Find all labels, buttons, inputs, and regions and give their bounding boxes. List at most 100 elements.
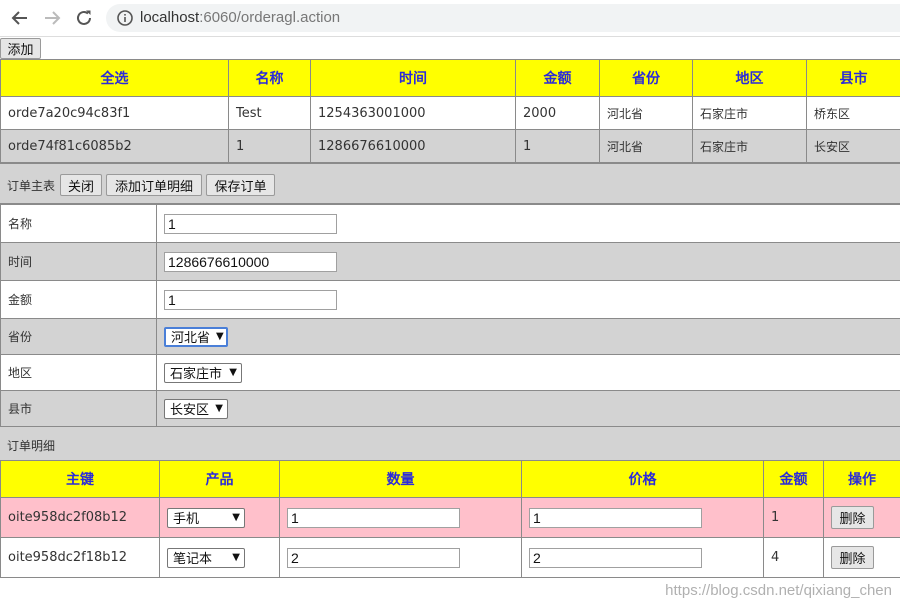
county-field-cell: 长安区 ▼ <box>156 390 900 427</box>
dropdown-arrow-icon: ▼ <box>232 512 240 523</box>
master-title: 订单主表 <box>7 179 56 193</box>
column-header-name: 名称 <box>228 59 311 97</box>
save-order-button[interactable]: 保存订单 <box>206 174 275 196</box>
amount-input[interactable] <box>164 289 337 310</box>
detail-amount-cell: 4 <box>763 537 824 578</box>
name-input[interactable] <box>164 213 337 234</box>
address-bar[interactable]: localhost:6060/orderagl.action <box>106 4 900 32</box>
product-selected-value: 手机 <box>173 512 200 527</box>
detail-table-header: 主键 产品 数量 价格 金额 操作 <box>0 460 900 498</box>
county-select[interactable]: 长安区 ▼ <box>164 398 228 419</box>
region-field-cell: 石家庄市 ▼ <box>156 354 900 391</box>
url-text: localhost:6060/orderagl.action <box>140 9 341 26</box>
order-county-cell: 长安区 <box>806 129 900 163</box>
toolbar-divider <box>0 36 900 37</box>
order-id-cell[interactable]: orde74f81c6085b2 <box>0 129 229 163</box>
amount-label: 金额 <box>0 280 157 319</box>
order-name-cell: 1 <box>228 129 311 163</box>
add-detail-button[interactable]: 添加订单明细 <box>106 174 202 196</box>
price-cell <box>521 537 764 578</box>
column-header-county: 县市 <box>806 59 900 97</box>
column-header-detail-amount: 金额 <box>763 460 824 498</box>
quantity-cell <box>279 537 522 578</box>
column-header-province: 省份 <box>599 59 693 97</box>
order-county-cell: 桥东区 <box>806 96 900 130</box>
order-list-table: 全选 名称 时间 金额 省份 地区 县市 orde7a20c94c83f1 Te… <box>0 59 900 163</box>
order-name-cell: Test <box>228 96 311 130</box>
column-header-price: 价格 <box>521 460 764 498</box>
order-province-cell: 河北省 <box>599 129 693 163</box>
quantity-input[interactable] <box>287 507 460 528</box>
detail-amount-cell: 1 <box>763 497 824 538</box>
table-row: oite958dc2f08b12 手机 ▼ 1 删除 <box>0 497 900 538</box>
province-selected-value: 河北省 <box>171 331 211 346</box>
product-select[interactable]: 笔记本 ▼ <box>167 547 245 568</box>
dropdown-arrow-icon: ▼ <box>232 552 240 563</box>
time-label: 时间 <box>0 242 157 281</box>
province-field-cell: 河北省 ▼ <box>156 318 900 355</box>
dropdown-arrow-icon: ▼ <box>216 331 224 342</box>
region-select[interactable]: 石家庄市 ▼ <box>164 362 242 383</box>
form-row-province: 省份 河北省 ▼ <box>0 318 900 355</box>
county-label: 县市 <box>0 390 157 427</box>
form-row-region: 地区 石家庄市 ▼ <box>0 354 900 391</box>
detail-id-cell: oite958dc2f18b12 <box>0 537 160 578</box>
quantity-input[interactable] <box>287 547 460 568</box>
amount-field-cell <box>156 280 900 319</box>
column-header-key: 主键 <box>0 460 160 498</box>
column-header-time: 时间 <box>310 59 516 97</box>
form-row-name: 名称 <box>0 204 900 243</box>
dropdown-arrow-icon: ▼ <box>229 367 237 378</box>
price-input[interactable] <box>529 507 702 528</box>
table-row[interactable]: orde74f81c6085b2 1 1286676610000 1 河北省 石… <box>0 129 900 163</box>
detail-table: 主键 产品 数量 价格 金额 操作 oite958dc2f08b12 手机 ▼ 1… <box>0 460 900 578</box>
close-button[interactable]: 关闭 <box>60 174 102 196</box>
dropdown-arrow-icon: ▼ <box>215 403 223 414</box>
actions-cell: 删除 <box>823 497 900 538</box>
quantity-cell <box>279 497 522 538</box>
forward-arrow-icon[interactable] <box>40 6 64 30</box>
order-id-cell[interactable]: orde7a20c94c83f1 <box>0 96 229 130</box>
product-selected-value: 笔记本 <box>173 552 213 567</box>
form-row-amount: 金额 <box>0 280 900 319</box>
order-province-cell: 河北省 <box>599 96 693 130</box>
table-row[interactable]: orde7a20c94c83f1 Test 1254363001000 2000… <box>0 96 900 130</box>
master-form: 名称 时间 金额 省份 河北省 ▼ 地区 石家庄市 ▼ 县市 长安区 ▼ <box>0 204 900 427</box>
order-amount-cell: 1 <box>515 129 600 163</box>
form-row-time: 时间 <box>0 242 900 281</box>
order-list-header: 全选 名称 时间 金额 省份 地区 县市 <box>0 59 900 97</box>
column-header-quantity: 数量 <box>279 460 522 498</box>
actions-cell: 删除 <box>823 537 900 578</box>
price-cell <box>521 497 764 538</box>
province-select[interactable]: 河北省 ▼ <box>164 326 228 347</box>
add-order-button[interactable]: 添加 <box>0 38 41 59</box>
delete-button[interactable]: 删除 <box>831 506 874 529</box>
order-amount-cell: 2000 <box>515 96 600 130</box>
region-label: 地区 <box>0 354 157 391</box>
reload-icon[interactable] <box>72 6 96 30</box>
product-select[interactable]: 手机 ▼ <box>167 507 245 528</box>
order-region-cell: 石家庄市 <box>692 96 807 130</box>
region-selected-value: 石家庄市 <box>170 367 223 382</box>
order-time-cell: 1254363001000 <box>310 96 516 130</box>
column-header-actions: 操作 <box>823 460 900 498</box>
name-field-cell <box>156 204 900 243</box>
time-field-cell <box>156 242 900 281</box>
browser-toolbar: localhost:6060/orderagl.action <box>0 0 900 36</box>
name-label: 名称 <box>0 204 157 243</box>
delete-button[interactable]: 删除 <box>831 546 874 569</box>
column-header-product: 产品 <box>159 460 280 498</box>
order-time-cell: 1286676610000 <box>310 129 516 163</box>
order-region-cell: 石家庄市 <box>692 129 807 163</box>
province-label: 省份 <box>0 318 157 355</box>
price-input[interactable] <box>529 547 702 568</box>
column-header-amount: 金额 <box>515 59 600 97</box>
product-cell: 笔记本 ▼ <box>159 537 280 578</box>
county-selected-value: 长安区 <box>170 403 210 418</box>
product-cell: 手机 ▼ <box>159 497 280 538</box>
select-all-header[interactable]: 全选 <box>0 59 229 97</box>
back-arrow-icon[interactable] <box>8 6 32 30</box>
detail-id-cell: oite958dc2f08b12 <box>0 497 160 538</box>
info-icon[interactable] <box>116 9 134 27</box>
time-input[interactable] <box>164 251 337 272</box>
